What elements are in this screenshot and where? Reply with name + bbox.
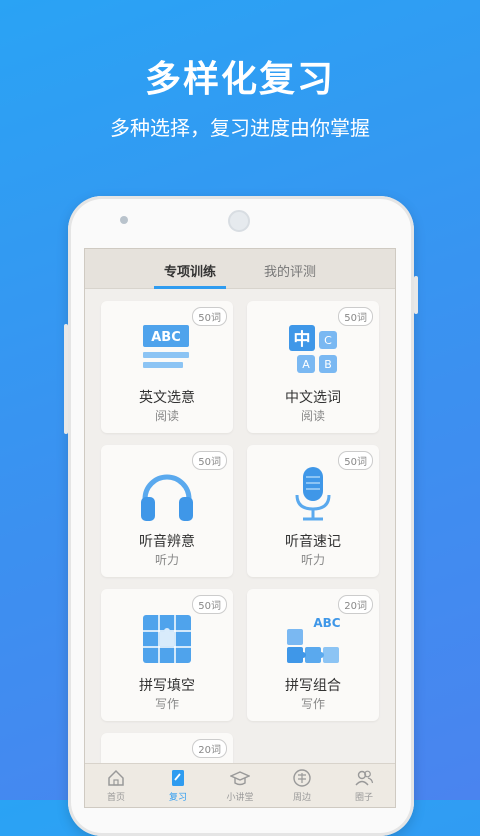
card-subtitle: 听力 (154, 553, 179, 567)
nav-label: 圈子 (354, 793, 373, 803)
nav-label: 首页 (106, 793, 125, 803)
card-subtitle: 阅读 (300, 409, 325, 423)
phone-side-button-right (414, 276, 418, 314)
card-title: 听音辨意 (139, 534, 195, 550)
nav-review[interactable]: 复习 (147, 764, 209, 807)
word-count-badge: 20词 (192, 739, 227, 758)
svg-text:中: 中 (294, 329, 311, 350)
phone-frame: 专项训练 我的评测 50词 ABC 英文选意 阅读 50词 中 C A B 中文… (64, 196, 418, 836)
nav-lecture[interactable]: 小讲堂 (209, 764, 271, 807)
card-title: 听音速记 (285, 534, 341, 550)
card-subtitle: 写作 (300, 697, 325, 711)
card-english-meaning[interactable]: 50词 ABC 英文选意 阅读 (101, 301, 233, 433)
graduation-cap-icon (230, 771, 250, 786)
phone-speaker (228, 210, 250, 232)
word-count-badge: 50词 (192, 307, 227, 326)
tab-special-training[interactable]: 专项训练 (154, 249, 226, 289)
nav-circle[interactable]: 圈子 (333, 764, 395, 807)
headphones-icon (141, 474, 193, 521)
word-count-badge: 50词 (192, 595, 227, 614)
svg-text:A: A (302, 358, 310, 371)
card-spelling-fill[interactable]: 50词 拼写填空 写作 (101, 589, 233, 721)
card-subtitle: 阅读 (154, 409, 179, 423)
card-subtitle: 写作 (154, 697, 179, 711)
home-icon (108, 769, 124, 786)
microphone-icon (295, 467, 331, 521)
phone-side-button-left (64, 324, 68, 434)
card-title: 拼写填空 (139, 678, 195, 694)
card-chinese-word[interactable]: 50词 中 C A B 中文选词 阅读 (247, 301, 379, 433)
app-screen: 专项训练 我的评测 50词 ABC 英文选意 阅读 50词 中 C A B 中文… (84, 248, 396, 808)
card-title: 英文选意 (139, 390, 195, 406)
exercise-grid: 50词 ABC 英文选意 阅读 50词 中 C A B 中文选词 阅读 50词 … (101, 301, 379, 773)
svg-text:C: C (324, 334, 332, 347)
nav-nearby[interactable]: 周边 (271, 764, 333, 807)
card-title: 拼写组合 (285, 678, 341, 694)
promo-subtitle: 多种选择，复习进度由你掌握 (110, 116, 370, 140)
svg-text:ABC: ABC (313, 616, 340, 630)
puzzle-abc-icon: ABC (287, 616, 341, 663)
review-icon (172, 770, 184, 786)
chinese-abc-blocks-icon: 中 C A B (289, 325, 337, 373)
friends-icon (355, 770, 374, 786)
puzzle-grid-icon (143, 615, 191, 663)
word-count-badge: 50词 (192, 451, 227, 470)
nav-home[interactable]: 首页 (85, 764, 147, 807)
tab-bar: 专项训练 我的评测 (85, 249, 395, 289)
word-count-badge: 50词 (338, 307, 373, 326)
nav-label: 小讲堂 (226, 793, 254, 803)
bottom-nav: 首页 复习 小讲堂 周边 圈子 (85, 763, 395, 807)
svg-text:B: B (324, 358, 332, 371)
card-listen-meaning[interactable]: 50词 听音辨意 听力 (101, 445, 233, 577)
card-spelling-combine[interactable]: 20词 ABC 拼写组合 写作 (247, 589, 379, 721)
word-count-badge: 50词 (338, 451, 373, 470)
abc-text-icon: ABC (143, 325, 189, 368)
phone-camera (120, 216, 128, 224)
promo-title: 多样化复习 (144, 59, 335, 100)
card-title: 中文选词 (285, 390, 341, 406)
svg-text:ABC: ABC (151, 330, 181, 345)
card-listen-shorthand[interactable]: 50词 听音速记 听力 (247, 445, 379, 577)
tao-icon (293, 769, 311, 787)
nav-label: 周边 (292, 793, 311, 803)
word-count-badge: 20词 (338, 595, 373, 614)
nav-label: 复习 (168, 793, 187, 803)
card-subtitle: 听力 (300, 553, 325, 567)
tab-my-evaluation[interactable]: 我的评测 (254, 249, 326, 289)
